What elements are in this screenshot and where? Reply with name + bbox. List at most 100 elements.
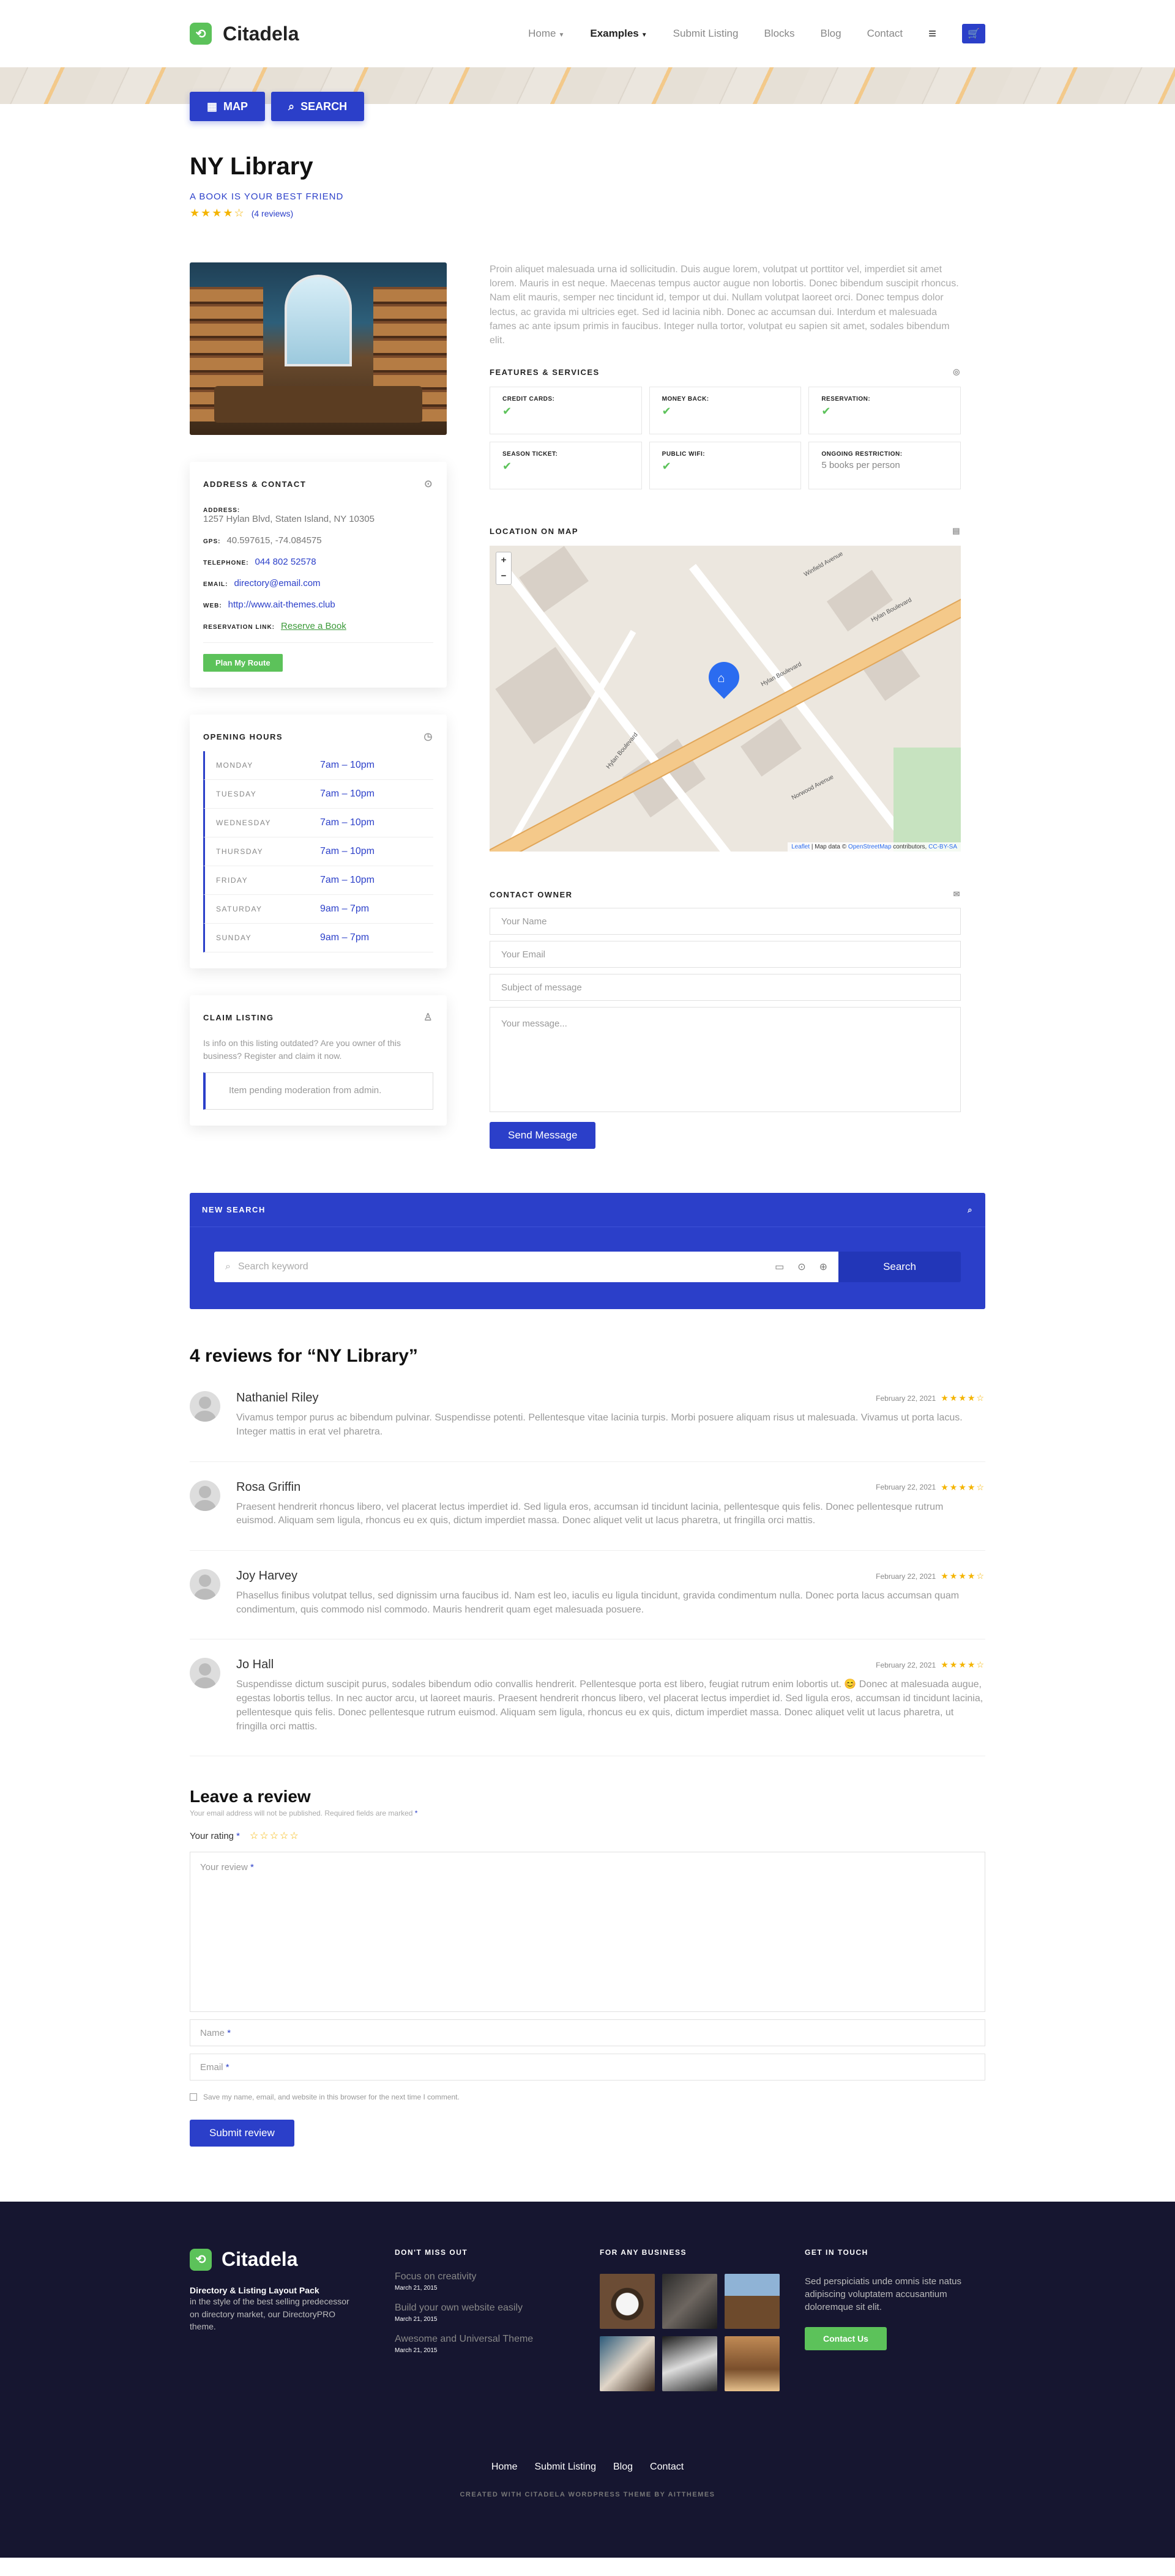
reviewer-name: Nathaniel Riley <box>236 1391 319 1405</box>
check-icon: ✔ <box>502 460 512 473</box>
nav-blocks[interactable]: Blocks <box>764 28 794 40</box>
contact-email-input[interactable]: Your Email <box>490 941 961 968</box>
avatar <box>190 1658 220 1689</box>
new-search-heading: NEW SEARCH <box>202 1205 266 1215</box>
rating-star-picker[interactable]: ☆☆☆☆☆ <box>250 1830 300 1842</box>
search-submit-button[interactable]: Search <box>838 1252 961 1283</box>
hours-row: MONDAY 7am – 10pm <box>203 751 433 780</box>
user-icon: ♙ <box>423 1012 433 1023</box>
feature-item: PUBLIC WIFI: ✔ <box>649 442 802 490</box>
review-stars: ★★★★☆ <box>941 1482 985 1492</box>
location-map[interactable]: Winfield Avenue Hylan Boulevard Hylan Bo… <box>490 546 961 852</box>
listing-description: Proin aliquet malesuada urna id sollicit… <box>490 264 959 346</box>
site-header: ⟲ Citadela Home ▼ Examples ▼ Submit Listin… <box>0 0 1175 67</box>
search-keyword-input[interactable]: ⌕ Search keyword ▭ ⊙ ⊕ <box>214 1252 838 1283</box>
map-header: LOCATION ON MAP ▤ <box>490 526 961 536</box>
reviews-title: 4 reviews for “NY Library” <box>190 1346 418 1367</box>
review-textarea[interactable]: Your review * <box>190 1852 985 2013</box>
gallery-image[interactable] <box>600 2274 655 2329</box>
nav-submit-listing[interactable]: Submit Listing <box>673 28 739 40</box>
telephone-link[interactable]: 044 802 52578 <box>255 557 316 567</box>
listing-rating: ★★★★☆ (4 reviews) <box>190 207 985 220</box>
map-marker-icon[interactable]: ⌂ <box>702 655 746 699</box>
footer-nav-blog[interactable]: Blog <box>613 2462 633 2473</box>
hours-row: FRIDAY 7am – 10pm <box>203 866 433 895</box>
main-nav: Home ▼ Examples ▼ Submit Listing Blocks Bl… <box>528 24 985 43</box>
review-text: Vivamus tempor purus ac bibendum pulvina… <box>236 1412 963 1437</box>
review-stars: ★★★★☆ <box>941 1393 985 1403</box>
save-info-checkbox[interactable] <box>190 2093 197 2101</box>
footer-post[interactable]: Focus on creativity March 21, 2015 <box>395 2271 557 2292</box>
hours-heading: OPENING HOURS <box>203 732 283 741</box>
nav-blog[interactable]: Blog <box>821 28 841 40</box>
contact-owner-header: CONTACT OWNER ✉ <box>490 889 961 899</box>
gallery-image[interactable] <box>600 2336 655 2392</box>
nav-home[interactable]: Home ▼ <box>528 28 564 40</box>
footer-post[interactable]: Build your own website easily March 21, 2… <box>395 2303 557 2323</box>
plan-route-button[interactable]: Plan My Route <box>203 654 283 672</box>
address-item: ADDRESS: 1257 Hylan Blvd, Staten Island,… <box>203 507 375 524</box>
telephone-item: TELEPHONE: 044 802 52578 <box>203 557 316 567</box>
footer-posts: DON'T MISS OUT Focus on creativity March … <box>395 2248 557 2391</box>
check-icon: ✔ <box>821 405 831 418</box>
web-link[interactable]: http://www.ait-themes.club <box>228 599 335 610</box>
review-name-input[interactable]: Name * <box>190 2019 985 2047</box>
nav-examples[interactable]: Examples ▼ <box>590 28 647 40</box>
cart-icon[interactable]: 🛒 <box>962 24 985 43</box>
header-map-strip <box>0 67 1175 104</box>
hours-row: THURSDAY 7am – 10pm <box>203 837 433 866</box>
gallery-image[interactable] <box>725 2274 780 2329</box>
reviewer-name: Joy Harvey <box>236 1569 298 1583</box>
footer-nav-contact[interactable]: Contact <box>650 2462 684 2473</box>
main-content: NY Library A BOOK IS YOUR BEST FRIEND ★★… <box>190 104 985 2147</box>
contact-us-button[interactable]: Contact Us <box>805 2327 887 2351</box>
hours-row: TUESDAY 7am – 10pm <box>203 780 433 809</box>
logo-icon: ⟲ <box>190 2248 212 2271</box>
features-header: FEATURES & SERVICES ◎ <box>490 367 961 377</box>
reservation-item: RESERVATION LINK: Reserve a Book <box>203 621 346 631</box>
zoom-in-button[interactable]: + <box>496 552 511 568</box>
location-pin-icon[interactable]: ⊙ <box>797 1261 805 1273</box>
feature-item: RESERVATION: ✔ <box>808 387 961 435</box>
search-icon: ⌕ <box>225 1261 231 1272</box>
send-message-button[interactable]: Send Message <box>490 1122 596 1149</box>
menu-icon[interactable]: ≡ <box>928 26 936 42</box>
leave-review-note: Your email address will not be published… <box>190 1809 418 1818</box>
footer-post[interactable]: Awesome and Universal Theme March 21, 201… <box>395 2334 557 2354</box>
zoom-out-button[interactable]: − <box>496 568 511 584</box>
submit-review-button[interactable]: Submit review <box>190 2120 294 2147</box>
email-link[interactable]: directory@email.com <box>234 578 320 588</box>
feature-item: ONGOING RESTRICTION: 5 books per person <box>808 442 961 490</box>
folder-icon[interactable]: ▭ <box>775 1261 784 1273</box>
address-card: ADDRESS & CONTACT ⊙ ADDRESS: 1257 Hylan B… <box>190 462 447 688</box>
footer-nav-submit-listing[interactable]: Submit Listing <box>535 2462 597 2473</box>
footer-tagline: Directory & Listing Layout Pack <box>190 2285 319 2296</box>
claim-listing-card: CLAIM LISTING ♙ Is info on this listing o… <box>190 995 447 1126</box>
save-info-row: Save my name, email, and website in this… <box>190 2093 985 2101</box>
claim-heading: CLAIM LISTING <box>203 1012 274 1022</box>
listing-details: Proin aliquet malesuada urna id sollicit… <box>490 262 961 1149</box>
crosshair-icon[interactable]: ⊕ <box>819 1261 827 1273</box>
avatar <box>190 1480 220 1511</box>
gallery-image[interactable] <box>725 2336 780 2392</box>
rating-stars: ★★★★☆ <box>190 207 245 219</box>
reviews-count-link[interactable]: (4 reviews) <box>252 209 293 218</box>
nav-contact[interactable]: Contact <box>867 28 903 40</box>
contact-message-textarea[interactable]: Your message... <box>490 1007 961 1113</box>
contact-subject-input[interactable]: Subject of message <box>490 974 961 1001</box>
gallery-image[interactable] <box>662 2274 717 2329</box>
leave-review-title: Leave a review <box>190 1787 311 1806</box>
footer-nav-home[interactable]: Home <box>491 2462 518 2473</box>
review-email-input[interactable]: Email * <box>190 2054 985 2081</box>
clock-icon: ◷ <box>423 732 433 742</box>
reservation-link[interactable]: Reserve a Book <box>281 621 346 631</box>
footer-logo-text: Citadela <box>222 2248 298 2271</box>
site-logo[interactable]: ⟲ Citadela <box>190 23 299 45</box>
footer-nav: Home Submit Listing Blog Contact <box>0 2462 1175 2473</box>
review-item: Jo Hall February 22, 2021 ★★★★☆ Suspendiss… <box>190 1639 985 1757</box>
email-item: EMAIL: directory@email.com <box>203 578 321 588</box>
new-search-panel: NEW SEARCH ⌕ ⌕ Search keyword ▭ ⊙ ⊕ Searc… <box>190 1193 985 1310</box>
chevron-down-icon: ▼ <box>558 32 565 39</box>
gallery-image[interactable] <box>662 2336 717 2392</box>
contact-name-input[interactable]: Your Name <box>490 908 961 935</box>
